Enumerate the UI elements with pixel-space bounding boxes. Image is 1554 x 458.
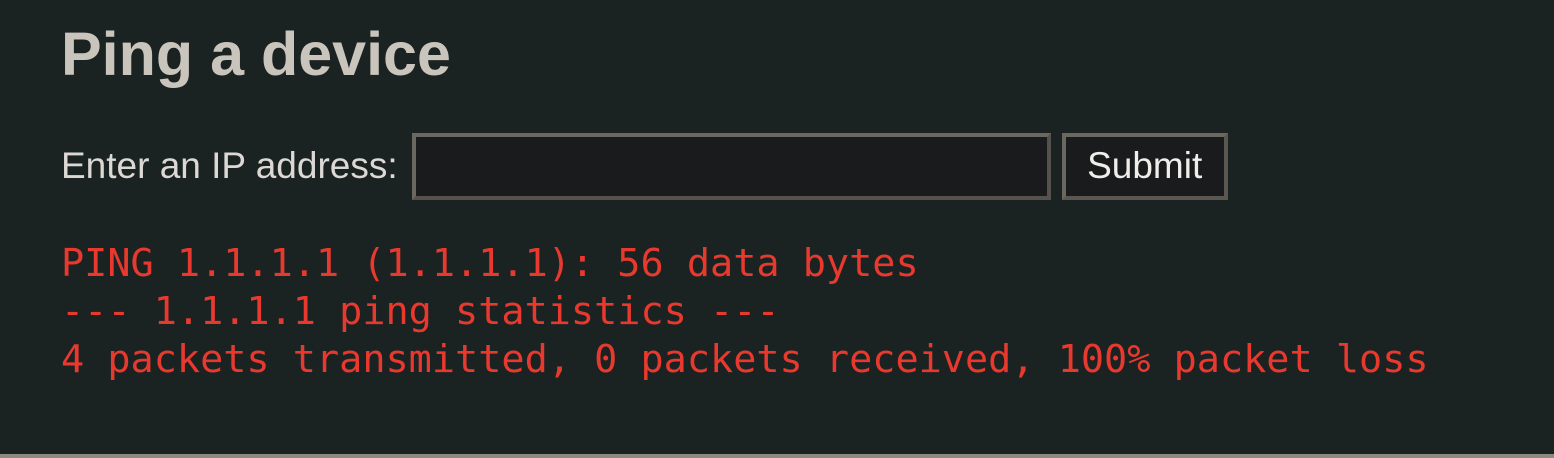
ip-address-label: Enter an IP address:: [61, 145, 398, 186]
submit-button[interactable]: Submit: [1061, 132, 1228, 200]
ip-address-input[interactable]: [411, 132, 1051, 200]
ping-page: Ping a device Enter an IP address: Submi…: [61, 0, 1554, 454]
ping-form: Enter an IP address: Submit: [61, 132, 1228, 200]
page-title: Ping a device: [61, 20, 451, 88]
bottom-divider: [0, 454, 1554, 458]
ping-output-line: 4 packets transmitted, 0 packets receive…: [61, 337, 1429, 382]
ping-output-line: --- 1.1.1.1 ping statistics ---: [61, 289, 780, 334]
ping-output: PING 1.1.1.1 (1.1.1.1): 56 data bytes ---…: [61, 240, 1429, 384]
ping-output-line: PING 1.1.1.1 (1.1.1.1): 56 data bytes: [61, 241, 919, 286]
